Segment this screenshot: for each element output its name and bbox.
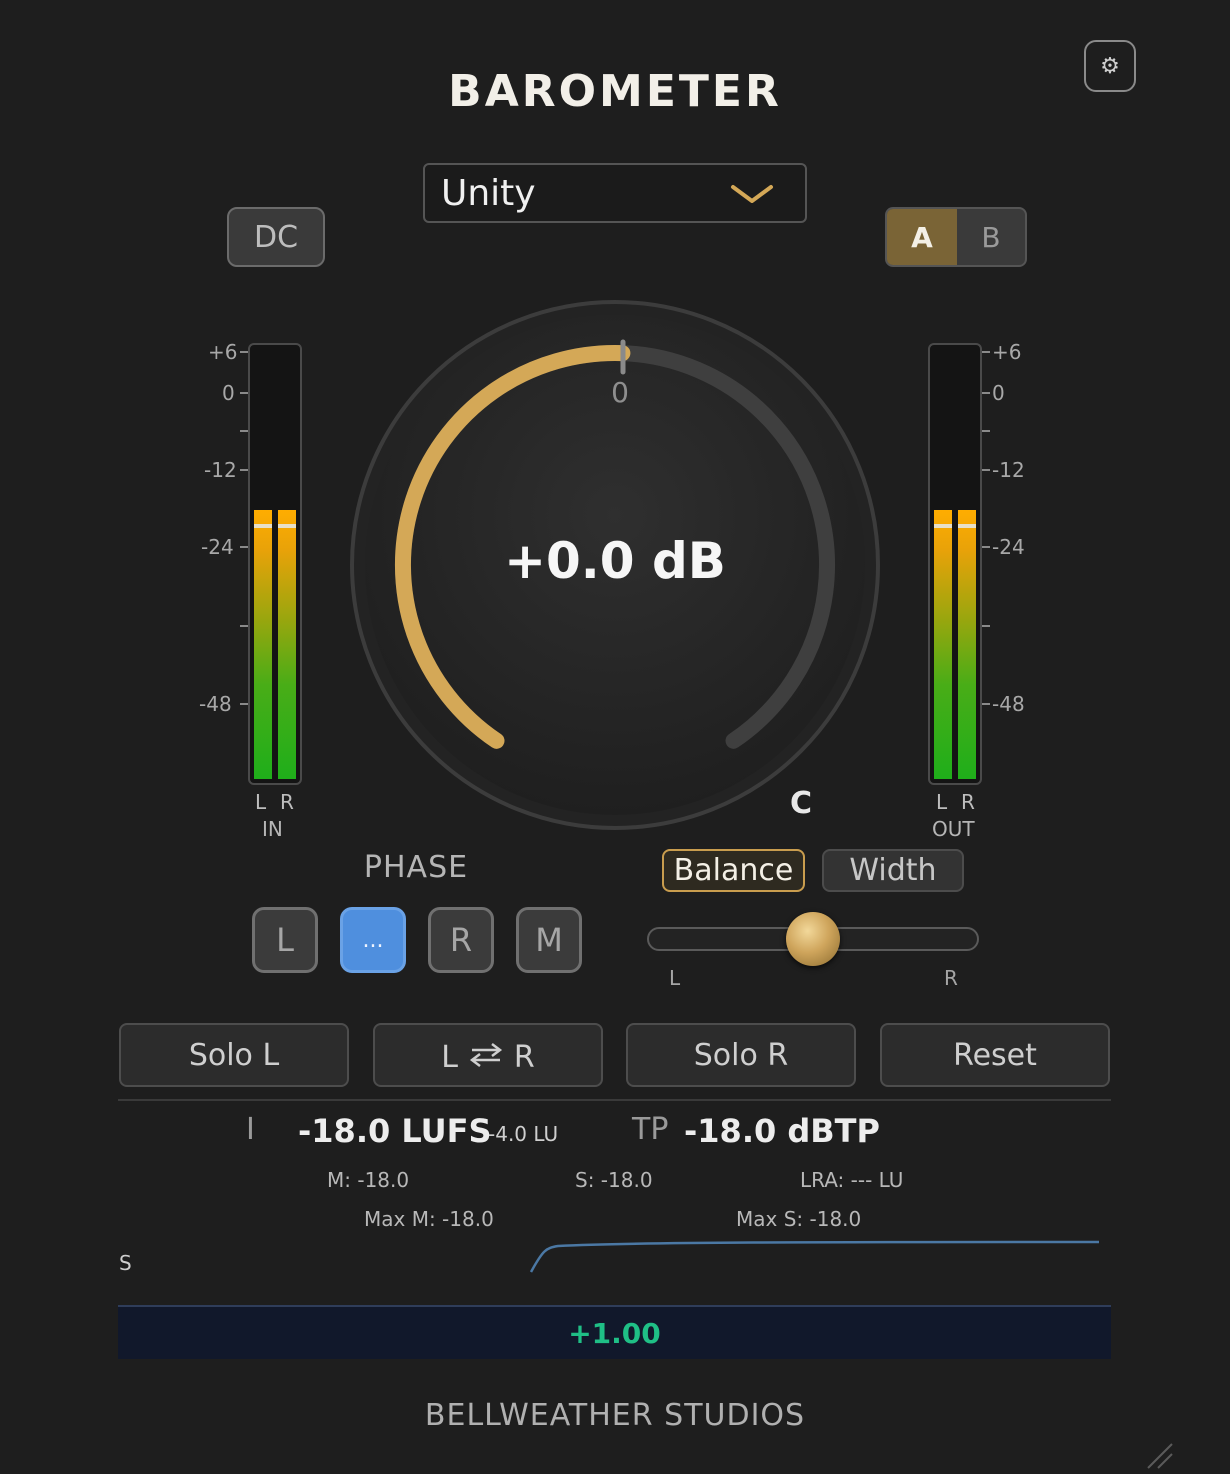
in-l-label: L — [255, 790, 267, 814]
out-scale-plus6: +6 — [992, 340, 1022, 364]
correlation-readout: +1.00 — [118, 1305, 1111, 1359]
lu-offset-value: -4.0 LU — [488, 1122, 559, 1146]
in-scale-plus6: +6 — [208, 340, 238, 364]
width-mode-button[interactable]: Width — [822, 849, 964, 892]
out-scale-minus24: -24 — [992, 535, 1025, 559]
true-peak-label: TP — [632, 1112, 669, 1147]
phase-l-button[interactable]: L — [252, 907, 318, 973]
true-peak-value: -18.0 dBTP — [684, 1112, 880, 1150]
phase-m-button[interactable]: M — [516, 907, 582, 973]
gain-readout: +0.0 dB — [504, 532, 726, 590]
loudness-history-graph — [529, 1240, 1100, 1273]
preset-dropdown[interactable]: Unity — [423, 163, 807, 223]
resize-grip-icon[interactable] — [1144, 1440, 1174, 1470]
balance-left-label: L — [669, 966, 681, 990]
in-peak-right — [278, 524, 296, 528]
out-peak-left — [934, 524, 952, 528]
swap-arrows-icon — [469, 1043, 503, 1067]
divider — [118, 1099, 1111, 1101]
in-meter-label: IN — [262, 817, 283, 841]
balance-mode-button[interactable]: Balance — [662, 849, 805, 892]
tick — [240, 430, 248, 432]
ab-switch: A B — [885, 207, 1027, 267]
tick — [982, 430, 990, 432]
tick — [240, 546, 248, 548]
swap-lr-button[interactable]: L R — [373, 1023, 603, 1087]
brand-footer: BELLWEATHER STUDIOS — [424, 1398, 806, 1433]
tick — [240, 703, 248, 705]
out-r-label: R — [961, 790, 975, 814]
phase-r-button[interactable]: R — [428, 907, 494, 973]
swap-l-label: L — [441, 1039, 458, 1075]
in-scale-minus24: -24 — [201, 535, 234, 559]
gear-icon: ⚙ — [1100, 53, 1120, 79]
in-meter-bar-right — [278, 510, 296, 779]
solo-l-button[interactable]: Solo L — [119, 1023, 349, 1087]
dc-filter-button[interactable]: DC — [227, 207, 325, 267]
chevron-down-icon — [731, 185, 773, 203]
out-meter-label: OUT — [932, 817, 975, 841]
tick — [982, 392, 990, 394]
tick — [240, 469, 248, 471]
out-scale-0: 0 — [992, 381, 1005, 405]
balance-slider-thumb[interactable] — [786, 912, 840, 966]
solo-r-button[interactable]: Solo R — [626, 1023, 856, 1087]
center-label: C — [790, 786, 813, 821]
tick — [982, 703, 990, 705]
tick — [982, 351, 990, 353]
settings-button[interactable]: ⚙ — [1084, 40, 1136, 92]
in-peak-left — [254, 524, 272, 528]
short-term-value: S: -18.0 — [575, 1168, 653, 1192]
ab-b-button[interactable]: B — [957, 209, 1025, 265]
tick — [240, 392, 248, 394]
balance-right-label: R — [944, 966, 958, 990]
plugin-title: BAROMETER — [448, 66, 782, 117]
out-l-label: L — [936, 790, 948, 814]
phase-none-button[interactable]: ... — [340, 907, 406, 973]
tick — [982, 546, 990, 548]
tick — [240, 625, 248, 627]
in-meter-frame — [248, 343, 302, 785]
swap-r-label: R — [513, 1039, 535, 1075]
preset-selected-label: Unity — [441, 173, 536, 214]
in-scale-minus48: -48 — [199, 692, 232, 716]
max-short-term-value: Max S: -18.0 — [736, 1207, 862, 1231]
integrated-label: I — [246, 1112, 255, 1147]
lra-value: LRA: --- LU — [800, 1168, 904, 1192]
knob-zero-label: 0 — [611, 376, 629, 409]
in-scale-0: 0 — [222, 381, 235, 405]
reset-button[interactable]: Reset — [880, 1023, 1110, 1087]
out-meter-bar-right — [958, 510, 976, 779]
in-meter-bar-left — [254, 510, 272, 779]
phase-title: PHASE — [363, 850, 469, 885]
tick — [240, 351, 248, 353]
in-scale-minus12: -12 — [204, 458, 237, 482]
plugin-window: BAROMETER ⚙ Unity DC A B +6 0 -12 -24 -4… — [0, 0, 1230, 1474]
out-meter-bar-left — [934, 510, 952, 779]
out-scale-minus48: -48 — [992, 692, 1025, 716]
out-meter-frame — [928, 343, 982, 785]
tick — [982, 625, 990, 627]
ab-a-button[interactable]: A — [887, 209, 957, 265]
history-line — [529, 1240, 1100, 1273]
out-scale-minus12: -12 — [992, 458, 1025, 482]
max-momentary-value: Max M: -18.0 — [364, 1207, 494, 1231]
momentary-value: M: -18.0 — [327, 1168, 410, 1192]
tick — [982, 469, 990, 471]
integrated-lufs-value: -18.0 LUFS — [298, 1112, 492, 1150]
in-r-label: R — [280, 790, 294, 814]
out-peak-right — [958, 524, 976, 528]
